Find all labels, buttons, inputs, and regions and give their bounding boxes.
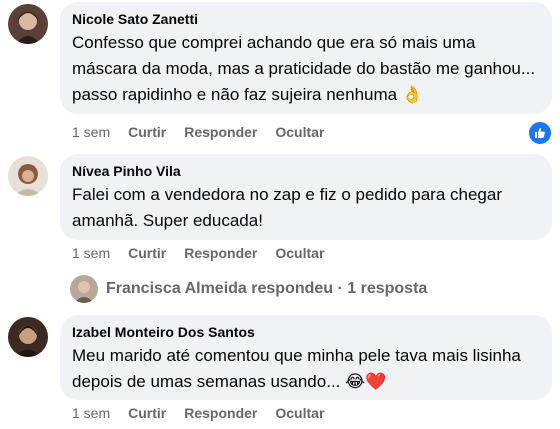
- comment-time[interactable]: 1 sem: [72, 405, 110, 421]
- comment-actions: 1 sem Curtir Responder Ocultar: [72, 245, 342, 261]
- like-button[interactable]: Curtir: [128, 405, 166, 421]
- comment-time[interactable]: 1 sem: [72, 245, 110, 261]
- laughing-heart-emoji: 😂❤️: [345, 372, 387, 392]
- view-replies-link[interactable]: Francisca Almeida respondeu · 1 resposta: [70, 274, 427, 304]
- comment-text: Meu marido até comentou que minha pele t…: [72, 346, 521, 392]
- comment-bubble: Nicole Sato Zanetti Confesso que comprei…: [60, 2, 552, 114]
- comment-author[interactable]: Nívea Pinho Vila: [72, 162, 540, 180]
- reply-button[interactable]: Responder: [184, 245, 257, 261]
- comment-actions: 1 sem Curtir Responder Ocultar: [72, 124, 342, 140]
- comment-author[interactable]: Nicole Sato Zanetti: [72, 10, 540, 28]
- hide-button[interactable]: Ocultar: [275, 405, 324, 421]
- comment-actions: 1 sem Curtir Responder Ocultar: [72, 405, 342, 421]
- like-button[interactable]: Curtir: [128, 245, 166, 261]
- hide-button[interactable]: Ocultar: [275, 124, 324, 140]
- avatar[interactable]: [8, 4, 48, 44]
- avatar: [70, 275, 98, 303]
- comment-text: Falei com a vendedora no zap e fiz o ped…: [72, 185, 502, 230]
- comment-bubble: Izabel Monteiro Dos Santos Meu marido at…: [60, 315, 552, 400]
- like-icon[interactable]: [527, 120, 553, 146]
- comment-author[interactable]: Izabel Monteiro Dos Santos: [72, 323, 540, 341]
- like-button[interactable]: Curtir: [128, 124, 166, 140]
- hide-button[interactable]: Ocultar: [275, 245, 324, 261]
- comment-time[interactable]: 1 sem: [72, 124, 110, 140]
- reply-button[interactable]: Responder: [184, 124, 257, 140]
- ok-hand-emoji: 👌: [401, 85, 424, 105]
- comment-bubble: Nívea Pinho Vila Falei com a vendedora n…: [60, 154, 552, 240]
- avatar[interactable]: [8, 317, 48, 357]
- comment-text: Confesso que comprei achando que era só …: [72, 33, 536, 105]
- avatar[interactable]: [8, 156, 48, 196]
- reply-summary[interactable]: Francisca Almeida respondeu · 1 resposta: [106, 280, 427, 298]
- reply-button[interactable]: Responder: [184, 405, 257, 421]
